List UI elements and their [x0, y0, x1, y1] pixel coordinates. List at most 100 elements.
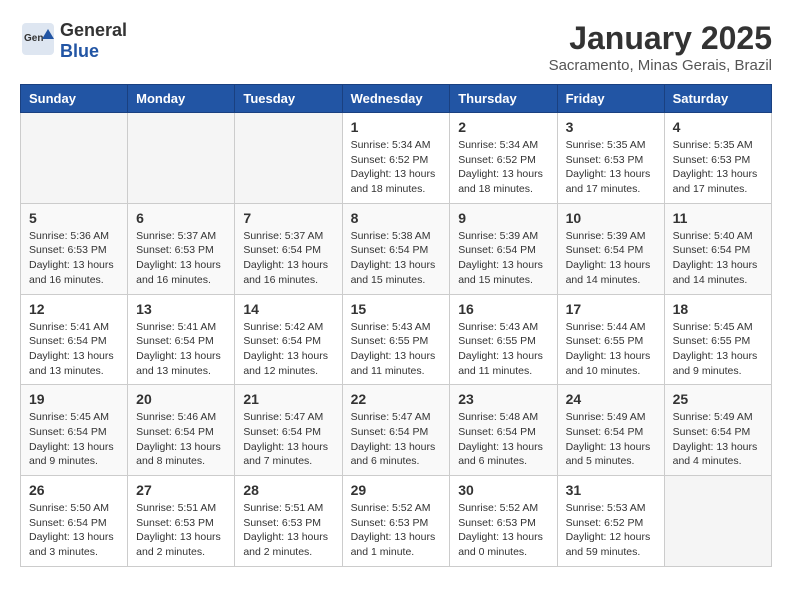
- day-number: 2: [458, 119, 548, 135]
- day-number: 31: [566, 482, 656, 498]
- logo-general: General: [60, 20, 127, 40]
- calendar-cell: 5Sunrise: 5:36 AM Sunset: 6:53 PM Daylig…: [21, 203, 128, 294]
- svg-text:Gen: Gen: [24, 33, 43, 44]
- weekday-header: Monday: [128, 85, 235, 113]
- day-number: 10: [566, 210, 656, 226]
- day-info: Sunrise: 5:52 AM Sunset: 6:53 PM Dayligh…: [458, 501, 548, 560]
- calendar-cell: 28Sunrise: 5:51 AM Sunset: 6:53 PM Dayli…: [235, 476, 342, 567]
- day-number: 11: [673, 210, 763, 226]
- weekday-header: Tuesday: [235, 85, 342, 113]
- day-number: 24: [566, 391, 656, 407]
- logo-blue: Blue: [60, 41, 99, 61]
- calendar-cell: 24Sunrise: 5:49 AM Sunset: 6:54 PM Dayli…: [557, 385, 664, 476]
- calendar-week-row: 12 Sunrise: 5:41 AM Sunset: 6:54 PM Dayli…: [21, 294, 772, 385]
- calendar-cell: 14 Sunrise: 5:42 AM Sunset: 6:54 PM Dayli…: [235, 294, 342, 385]
- calendar-week-row: 1 Sunrise: 5:34 AM Sunset: 6:52 PM Daylig…: [21, 113, 772, 204]
- logo-graphic: Gen: [20, 21, 56, 62]
- day-number: 26: [29, 482, 119, 498]
- day-info: Sunrise: 5:52 AM Sunset: 6:53 PM Dayligh…: [351, 501, 442, 560]
- day-info: Sunrise: 5:38 AM Sunset: 6:54 PM Dayligh…: [351, 229, 442, 288]
- day-number: 4: [673, 119, 763, 135]
- calendar-cell: 31 Sunrise: 5:53 AM Sunset: 6:52 PM Dayli…: [557, 476, 664, 567]
- calendar-cell: 13Sunrise: 5:41 AM Sunset: 6:54 PM Dayli…: [128, 294, 235, 385]
- day-number: 23: [458, 391, 548, 407]
- calendar-cell: 3 Sunrise: 5:35 AM Sunset: 6:53 PM Daylig…: [557, 113, 664, 204]
- calendar-cell: [128, 113, 235, 204]
- day-info: Sunrise: 5:35 AM Sunset: 6:53 PM Dayligh…: [566, 138, 656, 197]
- weekday-header: Wednesday: [342, 85, 450, 113]
- calendar-cell: [21, 113, 128, 204]
- calendar-cell: 12 Sunrise: 5:41 AM Sunset: 6:54 PM Dayli…: [21, 294, 128, 385]
- day-info: Sunrise: 5:37 AM Sunset: 6:53 PM Dayligh…: [136, 229, 226, 288]
- day-number: 8: [351, 210, 442, 226]
- calendar-cell: 10 Sunrise: 5:39 AM Sunset: 6:54 PM Dayli…: [557, 203, 664, 294]
- calendar-cell: 2 Sunrise: 5:34 AM Sunset: 6:52 PM Daylig…: [450, 113, 557, 204]
- day-number: 17: [566, 301, 656, 317]
- day-number: 14: [243, 301, 333, 317]
- calendar-cell: 8 Sunrise: 5:38 AM Sunset: 6:54 PM Daylig…: [342, 203, 450, 294]
- day-info: Sunrise: 5:46 AM Sunset: 6:54 PM Dayligh…: [136, 410, 226, 469]
- calendar-week-row: 19Sunrise: 5:45 AM Sunset: 6:54 PM Dayli…: [21, 385, 772, 476]
- calendar-week-row: 26 Sunrise: 5:50 AM Sunset: 6:54 PM Dayli…: [21, 476, 772, 567]
- day-info: Sunrise: 5:43 AM Sunset: 6:55 PM Dayligh…: [458, 320, 548, 379]
- calendar-cell: 23Sunrise: 5:48 AM Sunset: 6:54 PM Dayli…: [450, 385, 557, 476]
- day-number: 25: [673, 391, 763, 407]
- day-info: Sunrise: 5:41 AM Sunset: 6:54 PM Dayligh…: [136, 320, 226, 379]
- weekday-header: Friday: [557, 85, 664, 113]
- calendar-cell: 22 Sunrise: 5:47 AM Sunset: 6:54 PM Dayli…: [342, 385, 450, 476]
- calendar-cell: 27Sunrise: 5:51 AM Sunset: 6:53 PM Dayli…: [128, 476, 235, 567]
- calendar-cell: 21Sunrise: 5:47 AM Sunset: 6:54 PM Dayli…: [235, 385, 342, 476]
- day-info: Sunrise: 5:39 AM Sunset: 6:54 PM Dayligh…: [566, 229, 656, 288]
- calendar-cell: 4 Sunrise: 5:35 AM Sunset: 6:53 PM Daylig…: [664, 113, 771, 204]
- calendar-cell: 25 Sunrise: 5:49 AM Sunset: 6:54 PM Dayli…: [664, 385, 771, 476]
- calendar-cell: 1Sunrise: 5:34 AM Sunset: 6:52 PM Daylig…: [342, 113, 450, 204]
- day-info: Sunrise: 5:47 AM Sunset: 6:54 PM Dayligh…: [351, 410, 442, 469]
- day-info: Sunrise: 5:39 AM Sunset: 6:54 PM Dayligh…: [458, 229, 548, 288]
- day-info: Sunrise: 5:40 AM Sunset: 6:54 PM Dayligh…: [673, 229, 763, 288]
- day-number: 20: [136, 391, 226, 407]
- day-info: Sunrise: 5:47 AM Sunset: 6:54 PM Dayligh…: [243, 410, 333, 469]
- day-number: 12: [29, 301, 119, 317]
- calendar-cell: 11 Sunrise: 5:40 AM Sunset: 6:54 PM Dayli…: [664, 203, 771, 294]
- day-info: Sunrise: 5:49 AM Sunset: 6:54 PM Dayligh…: [673, 410, 763, 469]
- day-info: Sunrise: 5:41 AM Sunset: 6:54 PM Dayligh…: [29, 320, 119, 379]
- day-info: Sunrise: 5:45 AM Sunset: 6:55 PM Dayligh…: [673, 320, 763, 379]
- day-info: Sunrise: 5:36 AM Sunset: 6:53 PM Dayligh…: [29, 229, 119, 288]
- calendar-cell: 7 Sunrise: 5:37 AM Sunset: 6:54 PM Daylig…: [235, 203, 342, 294]
- day-info: Sunrise: 5:42 AM Sunset: 6:54 PM Dayligh…: [243, 320, 333, 379]
- calendar-cell: 15Sunrise: 5:43 AM Sunset: 6:55 PM Dayli…: [342, 294, 450, 385]
- logo-text: General Blue: [60, 20, 127, 62]
- weekday-header: Sunday: [21, 85, 128, 113]
- calendar-week-row: 5Sunrise: 5:36 AM Sunset: 6:53 PM Daylig…: [21, 203, 772, 294]
- day-info: Sunrise: 5:51 AM Sunset: 6:53 PM Dayligh…: [243, 501, 333, 560]
- day-info: Sunrise: 5:35 AM Sunset: 6:53 PM Dayligh…: [673, 138, 763, 197]
- day-info: Sunrise: 5:34 AM Sunset: 6:52 PM Dayligh…: [458, 138, 548, 197]
- day-number: 3: [566, 119, 656, 135]
- day-info: Sunrise: 5:51 AM Sunset: 6:53 PM Dayligh…: [136, 501, 226, 560]
- subtitle: Sacramento, Minas Gerais, Brazil: [549, 57, 772, 74]
- day-number: 7: [243, 210, 333, 226]
- weekday-header: Saturday: [664, 85, 771, 113]
- day-info: Sunrise: 5:53 AM Sunset: 6:52 PM Dayligh…: [566, 501, 656, 560]
- day-number: 18: [673, 301, 763, 317]
- calendar-cell: 18 Sunrise: 5:45 AM Sunset: 6:55 PM Dayli…: [664, 294, 771, 385]
- calendar-cell: 30 Sunrise: 5:52 AM Sunset: 6:53 PM Dayli…: [450, 476, 557, 567]
- calendar-cell: 9Sunrise: 5:39 AM Sunset: 6:54 PM Daylig…: [450, 203, 557, 294]
- calendar: SundayMondayTuesdayWednesdayThursdayFrid…: [20, 84, 772, 567]
- calendar-cell: 20 Sunrise: 5:46 AM Sunset: 6:54 PM Dayli…: [128, 385, 235, 476]
- day-number: 22: [351, 391, 442, 407]
- day-number: 29: [351, 482, 442, 498]
- day-info: Sunrise: 5:37 AM Sunset: 6:54 PM Dayligh…: [243, 229, 333, 288]
- calendar-cell: 16 Sunrise: 5:43 AM Sunset: 6:55 PM Dayli…: [450, 294, 557, 385]
- calendar-cell: [235, 113, 342, 204]
- calendar-header-row: SundayMondayTuesdayWednesdayThursdayFrid…: [21, 85, 772, 113]
- day-info: Sunrise: 5:50 AM Sunset: 6:54 PM Dayligh…: [29, 501, 119, 560]
- day-info: Sunrise: 5:44 AM Sunset: 6:55 PM Dayligh…: [566, 320, 656, 379]
- day-number: 6: [136, 210, 226, 226]
- day-number: 16: [458, 301, 548, 317]
- day-number: 1: [351, 119, 442, 135]
- day-number: 30: [458, 482, 548, 498]
- calendar-cell: 26 Sunrise: 5:50 AM Sunset: 6:54 PM Dayli…: [21, 476, 128, 567]
- title-area: January 2025 Sacramento, Minas Gerais, B…: [549, 20, 772, 74]
- calendar-cell: 6 Sunrise: 5:37 AM Sunset: 6:53 PM Daylig…: [128, 203, 235, 294]
